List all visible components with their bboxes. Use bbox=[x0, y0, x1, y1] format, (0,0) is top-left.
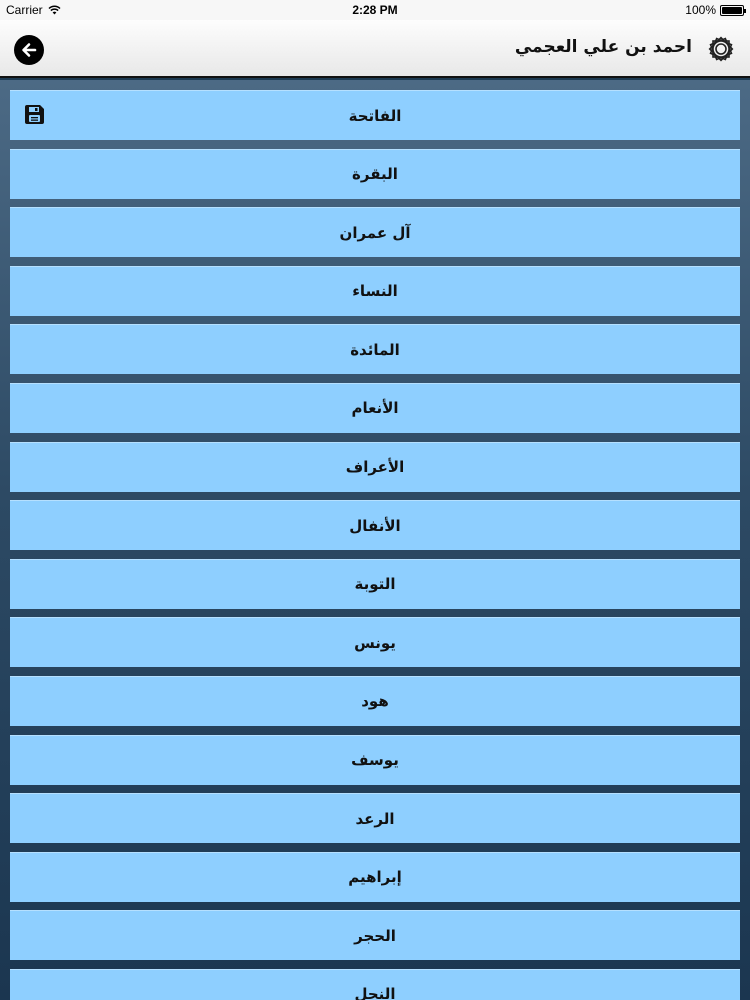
surah-label: النساء bbox=[352, 282, 398, 301]
surah-row[interactable]: يوسف bbox=[10, 734, 740, 785]
surah-label: الأعراف bbox=[345, 458, 405, 477]
surah-row[interactable]: المائدة bbox=[10, 324, 740, 375]
surah-row[interactable]: يونس bbox=[10, 617, 740, 668]
gear-flower-icon[interactable] bbox=[706, 34, 736, 64]
arrow-left-icon bbox=[22, 43, 37, 57]
surah-row[interactable]: النساء bbox=[10, 265, 740, 316]
surah-row[interactable]: النحل bbox=[10, 968, 740, 1000]
navigation-bar: احمد بن علي العجمي bbox=[0, 20, 750, 78]
surah-label: الحجر bbox=[354, 926, 396, 945]
status-time: 2:28 PM bbox=[352, 3, 398, 17]
battery-fill bbox=[722, 6, 742, 14]
surah-label: الرعد bbox=[355, 809, 395, 828]
surah-row[interactable]: الأعراف bbox=[10, 441, 740, 492]
surah-row[interactable]: هود bbox=[10, 675, 740, 726]
surah-row[interactable]: آل عمران bbox=[10, 207, 740, 258]
save-icon[interactable] bbox=[24, 104, 45, 125]
surah-label: التوبة bbox=[354, 575, 396, 594]
surah-label: يوسف bbox=[351, 751, 399, 770]
battery-icon bbox=[720, 4, 746, 16]
surah-row[interactable]: الحجر bbox=[10, 910, 740, 961]
surah-label: يونس bbox=[354, 633, 396, 652]
surah-label: هود bbox=[361, 692, 389, 711]
surah-label: آل عمران bbox=[339, 223, 411, 242]
page-title: احمد بن علي العجمي bbox=[514, 37, 692, 57]
surah-label: إبراهيم bbox=[348, 868, 402, 887]
surah-label: النحل bbox=[354, 985, 396, 1000]
battery-percent: 100% bbox=[685, 3, 716, 17]
status-bar: Carrier 2:28 PM 100% bbox=[0, 0, 750, 20]
surah-row[interactable]: البقرة bbox=[10, 148, 740, 199]
surah-row[interactable]: الأنعام bbox=[10, 382, 740, 433]
surah-label: المائدة bbox=[350, 340, 400, 359]
surah-list: الفاتحة البقرة آل عمران النساء المائدة الأنعا… bbox=[0, 80, 750, 1000]
surah-row[interactable]: الرعد bbox=[10, 793, 740, 844]
surah-label: الفاتحة bbox=[348, 106, 402, 125]
surah-row[interactable]: التوبة bbox=[10, 558, 740, 609]
surah-row[interactable]: الأنفال bbox=[10, 500, 740, 551]
surah-row[interactable]: الفاتحة bbox=[10, 90, 740, 140]
surah-label: الأنعام bbox=[351, 399, 399, 418]
battery-indicator: 100% bbox=[685, 3, 746, 17]
back-button[interactable] bbox=[14, 35, 44, 65]
surah-row[interactable]: إبراهيم bbox=[10, 851, 740, 902]
surah-label: الأنفال bbox=[349, 516, 401, 535]
surah-label: البقرة bbox=[352, 165, 398, 184]
